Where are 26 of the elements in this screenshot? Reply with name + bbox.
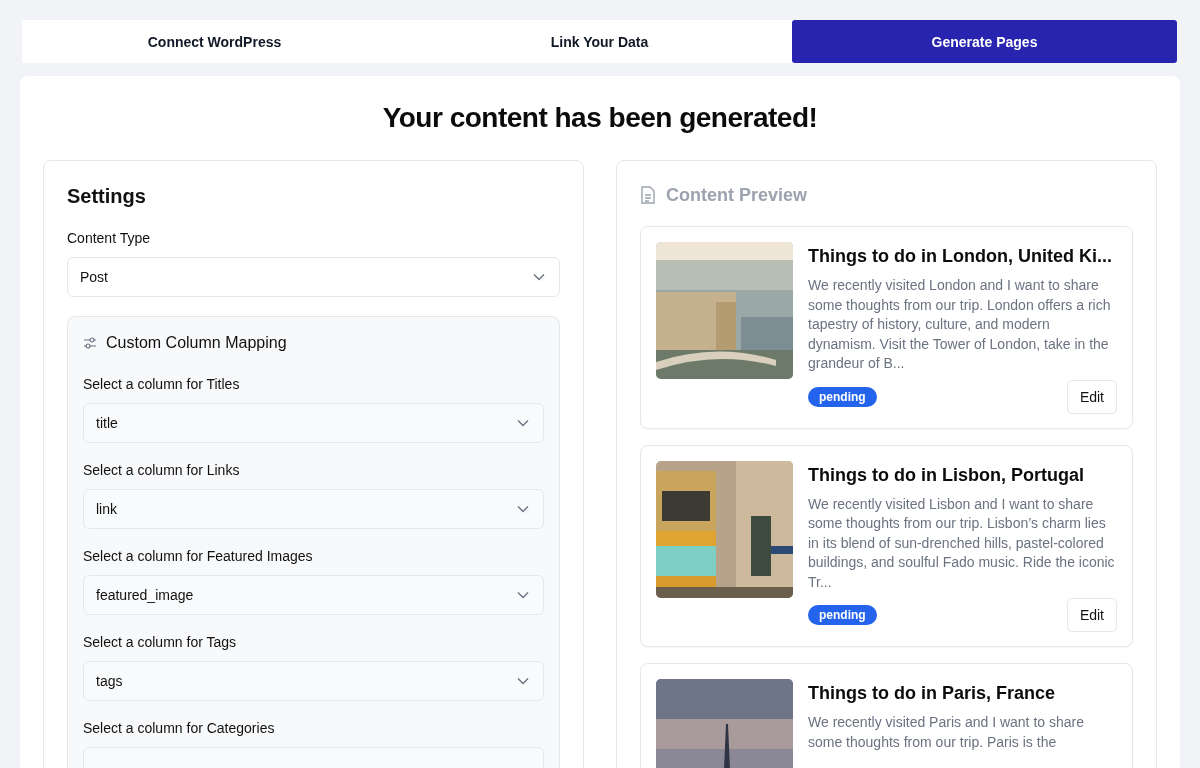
edit-button[interactable]: Edit [1066, 379, 1117, 414]
card-title: Things to do in London, United Ki... [808, 246, 1113, 267]
field-label: Select a column for Titles [83, 376, 241, 392]
card-description: We recently visited Lisbon and I want to share some thoughts from our trip. Lisbon’s charm lies in its blend of sun-drenched hills, pastel-colored buildings, and soulful Fado music. Ride the iconic Tr... [808, 494, 1116, 592]
mapping-title: Custom Column Mapping [106, 334, 287, 352]
field-label: Select a column for Categories [83, 720, 276, 736]
card-description: We recently visited London and I want to share some thoughts from our trip. London offers a rich tapestry of history, culture, and modern dynamism. Visit the Tower of London, take in the grandeur of B... [808, 276, 1112, 373]
status-badge: pending [808, 605, 877, 625]
select-field[interactable]: featured_image [83, 575, 544, 615]
select-field[interactable]: tags [83, 661, 544, 701]
select-field[interactable]: Post [67, 257, 560, 297]
field-label: Select a column for Featured Images [83, 548, 314, 564]
step-tab[interactable]: Generate Pages [792, 20, 1177, 63]
status-badge: pending [808, 386, 877, 407]
edit-button[interactable]: Edit [1066, 598, 1117, 632]
preview-title: Content Preview [666, 185, 808, 206]
field-label: Content Type [67, 230, 152, 246]
card-title: Things to do in Paris, France [808, 683, 1057, 704]
field-label: Select a column for Links [83, 462, 241, 478]
card-description: We recently visited Paris and I want to share some thoughts from our trip. Paris is the [808, 713, 1085, 752]
card-title: Things to do in Lisbon, Portugal [808, 464, 1085, 486]
page-heading: Your content has been generated! [381, 102, 819, 134]
panel-title: Settings [67, 185, 147, 208]
select-field[interactable]: title [83, 403, 544, 443]
select-field[interactable]: link [83, 489, 544, 529]
field-label: Select a column for Tags [83, 634, 238, 650]
